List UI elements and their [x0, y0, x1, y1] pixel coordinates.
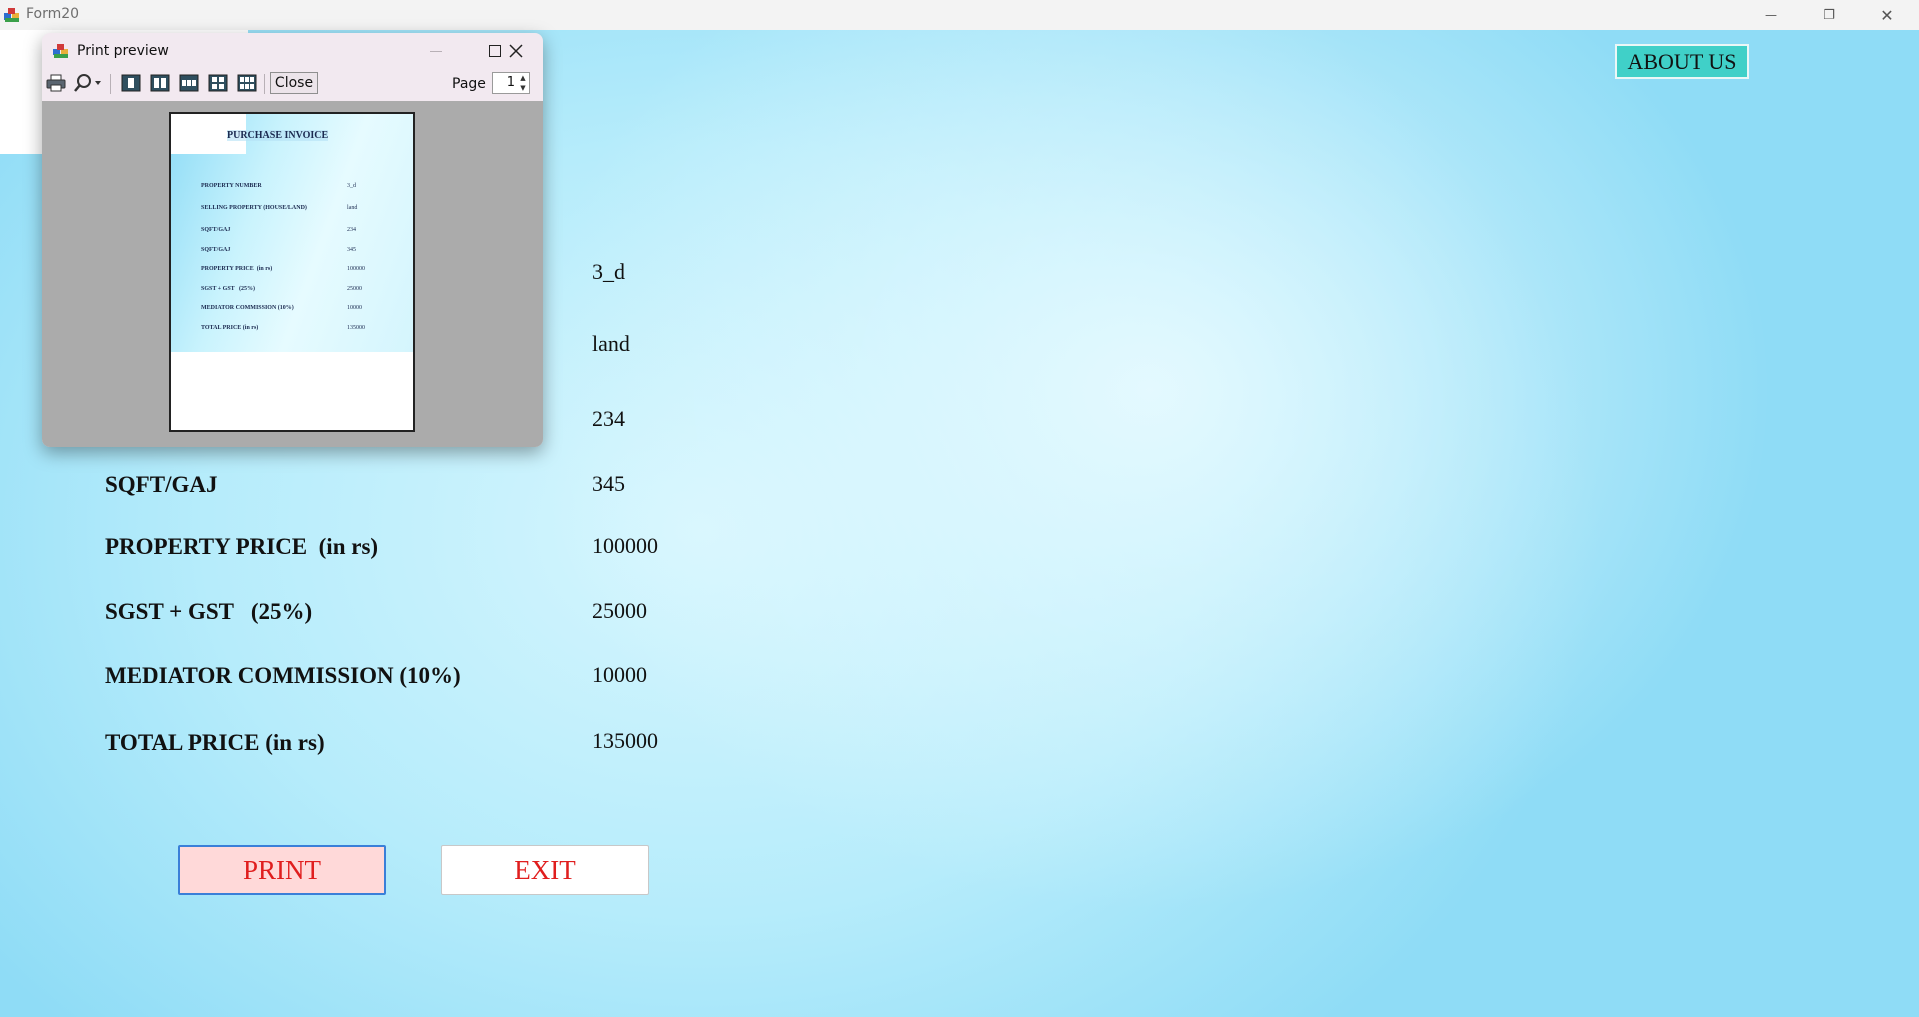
about-us-button[interactable]: ABOUT US: [1615, 44, 1749, 79]
value-sgst-gst: 25000: [592, 598, 647, 623]
preview-page: PURCHASE INVOICE PROPERTY NUMBER SELLING…: [169, 112, 415, 432]
exit-button[interactable]: EXIT: [441, 845, 649, 895]
pp-minimize-button[interactable]: [416, 37, 456, 65]
page-up-icon[interactable]: ▲: [517, 73, 529, 83]
window-title: Form20: [26, 6, 80, 22]
restore-icon: ❐: [1823, 7, 1835, 23]
toolbar-separator: [110, 74, 111, 94]
one-page-icon[interactable]: [121, 73, 141, 93]
minimize-icon: [430, 50, 442, 52]
label-mediator-commission: MEDIATOR COMMISSION (10%): [105, 663, 461, 688]
value-property-price: 100000: [592, 533, 658, 558]
two-pages-icon[interactable]: [150, 73, 170, 93]
printer-icon[interactable]: [46, 73, 66, 93]
preview-value: 10000: [347, 305, 362, 311]
pp-close-window-button[interactable]: [494, 37, 538, 65]
preview-label: SGST + GST (25%): [201, 286, 256, 292]
minimize-icon: —: [1765, 8, 1777, 22]
preview-label: SELLING PROPERTY (HOUSE/LAND): [201, 205, 307, 211]
preview-value: 345: [347, 247, 356, 253]
close-icon: [509, 44, 523, 58]
print-preview-dialog: Print preview Close Page 1 ▲ ▼ PURCHASE …: [42, 33, 543, 447]
preview-value: 234: [347, 227, 356, 233]
preview-value: 135000: [347, 325, 365, 331]
preview-label: PROPERTY PRICE (in rs): [201, 266, 273, 272]
value-selling-property: land: [592, 331, 630, 356]
main-titlebar: Form20 — ❐ ✕: [0, 0, 1919, 30]
restore-button[interactable]: ❐: [1800, 0, 1858, 30]
print-button[interactable]: PRINT: [178, 845, 386, 895]
preview-value: 25000: [347, 286, 362, 292]
label-property-price: PROPERTY PRICE (in rs): [105, 534, 379, 559]
six-pages-icon[interactable]: [237, 73, 257, 93]
label-total-price: TOTAL PRICE (in rs): [105, 730, 325, 755]
label-sqft-gaj-2: SQFT/GAJ: [105, 472, 218, 497]
four-pages-icon[interactable]: [208, 73, 228, 93]
preview-label: MEDIATOR COMMISSION (10%): [201, 305, 294, 311]
zoom-icon[interactable]: [72, 73, 104, 93]
preview-label: SQFT/GAJ: [201, 247, 231, 253]
preview-page-heading: PURCHASE INVOICE: [227, 130, 329, 141]
preview-value: 100000: [347, 266, 365, 272]
app-icon: [4, 8, 19, 22]
minimize-button[interactable]: —: [1742, 0, 1800, 30]
print-preview-app-icon: [53, 44, 68, 58]
three-pages-icon[interactable]: [179, 73, 199, 93]
value-property-number: 3_d: [592, 259, 625, 284]
close-window-button[interactable]: ✕: [1858, 0, 1916, 30]
preview-label: TOTAL PRICE (in rs): [201, 325, 259, 331]
close-icon: ✕: [1880, 5, 1894, 25]
value-sqft-gaj-1: 234: [592, 406, 625, 431]
print-preview-toolbar: Close Page 1 ▲ ▼: [42, 69, 543, 97]
value-total-price: 135000: [592, 728, 658, 753]
toolbar-separator: [264, 74, 265, 94]
value-sqft-gaj-2: 345: [592, 471, 625, 496]
page-down-icon[interactable]: ▼: [517, 83, 529, 93]
preview-value: land: [347, 205, 358, 211]
print-preview-title: Print preview: [77, 43, 169, 59]
value-mediator-commission: 10000: [592, 662, 647, 687]
preview-area[interactable]: PURCHASE INVOICE PROPERTY NUMBER SELLING…: [42, 101, 543, 447]
preview-label: PROPERTY NUMBER: [201, 183, 262, 189]
preview-close-button[interactable]: Close: [270, 72, 318, 94]
print-preview-titlebar[interactable]: Print preview: [42, 33, 543, 69]
preview-label: SQFT/GAJ: [201, 227, 231, 233]
page-label: Page: [452, 76, 486, 92]
preview-value: 3_d: [347, 183, 356, 189]
label-sgst-gst: SGST + GST (25%): [105, 599, 313, 624]
